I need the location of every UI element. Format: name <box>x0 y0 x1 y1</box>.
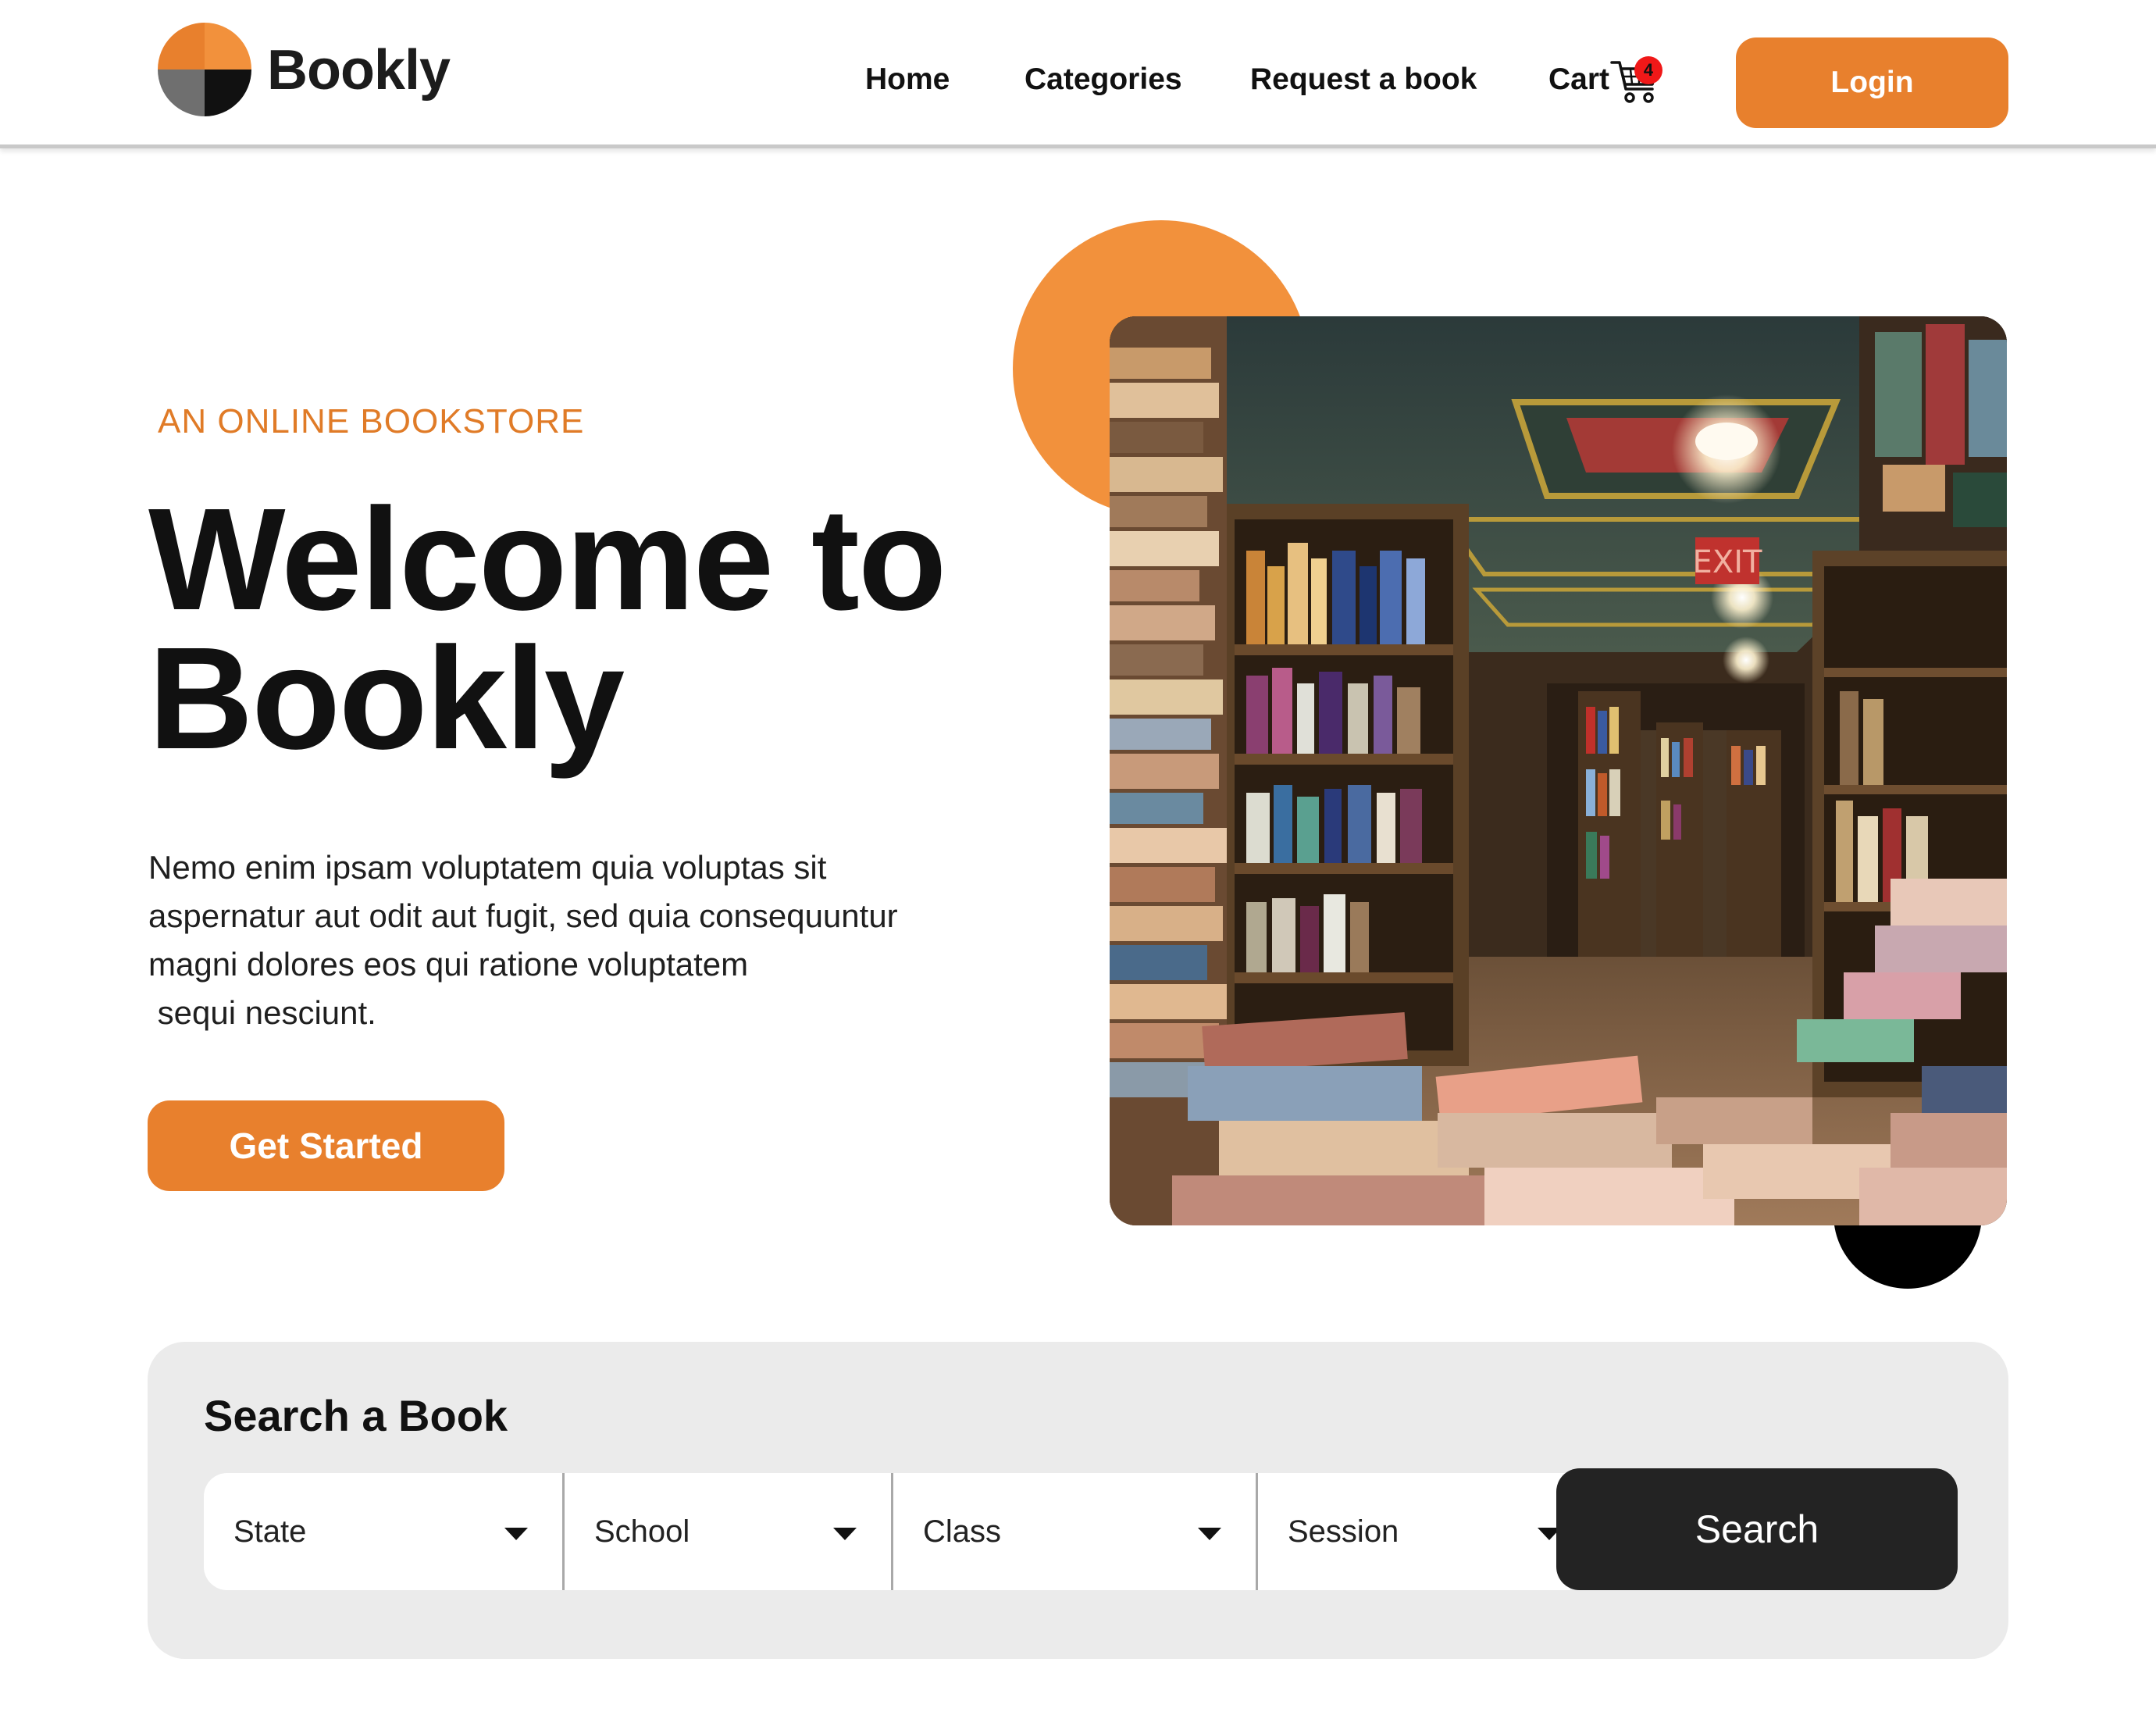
nav-categories-link[interactable]: Categories <box>1025 61 1182 98</box>
state-dropdown[interactable]: State <box>204 1473 565 1590</box>
nav-home-link[interactable]: Home <box>865 61 950 98</box>
exit-sign-text: EXIT <box>1693 544 1762 580</box>
hero-description: Nemo enim ipsam voluptatem quia voluptas… <box>148 844 1046 1037</box>
hero-title-line-2: Bookly <box>148 618 625 779</box>
hero-eyebrow: AN ONLINE BOOKSTORE <box>158 402 585 440</box>
hero-description-line: magni dolores eos qui ratione voluptatem <box>148 946 749 983</box>
search-panel-title: Search a Book <box>204 1391 508 1440</box>
school-dropdown-label: School <box>594 1514 690 1549</box>
hero-description-line: aspernatur aut odit aut fugit, sed quia … <box>148 897 898 934</box>
top-navbar: Bookly Home Categories Request a book Ca… <box>0 0 2156 148</box>
hero-title: Welcome to Bookly <box>148 479 1039 779</box>
class-dropdown[interactable]: Class <box>893 1473 1258 1590</box>
nav-cart-link[interactable]: Cart <box>1548 61 1609 98</box>
login-button[interactable]: Login <box>1736 37 2008 128</box>
school-dropdown[interactable]: School <box>565 1473 893 1590</box>
hero-title-line-1: Welcome to <box>148 479 946 640</box>
hero-description-line: Nemo enim ipsam voluptatem quia voluptas… <box>148 849 827 886</box>
bookstore-illustration: EXIT <box>1110 316 2007 1225</box>
brand-name[interactable]: Bookly <box>267 35 451 105</box>
cart-count-badge: 4 <box>1634 56 1662 84</box>
session-dropdown-label: Session <box>1288 1514 1399 1549</box>
search-button[interactable]: Search <box>1556 1468 1958 1590</box>
caret-down-icon <box>504 1528 528 1540</box>
search-book-panel: Search a Book State School Class Session… <box>148 1342 2008 1659</box>
session-dropdown[interactable]: Session <box>1258 1473 1570 1590</box>
class-dropdown-label: Class <box>923 1514 1002 1549</box>
caret-down-icon <box>833 1528 857 1540</box>
search-filters: State School Class Session <box>204 1473 1570 1590</box>
bookly-logo-icon[interactable] <box>158 23 251 116</box>
caret-down-icon <box>1198 1528 1221 1540</box>
state-dropdown-label: State <box>233 1514 307 1549</box>
get-started-button[interactable]: Get Started <box>148 1100 504 1191</box>
bookstore-photo: EXIT <box>1110 316 2007 1225</box>
nav-request-book-link[interactable]: Request a book <box>1250 61 1477 98</box>
hero-description-line: sequi nesciunt. <box>148 994 376 1031</box>
